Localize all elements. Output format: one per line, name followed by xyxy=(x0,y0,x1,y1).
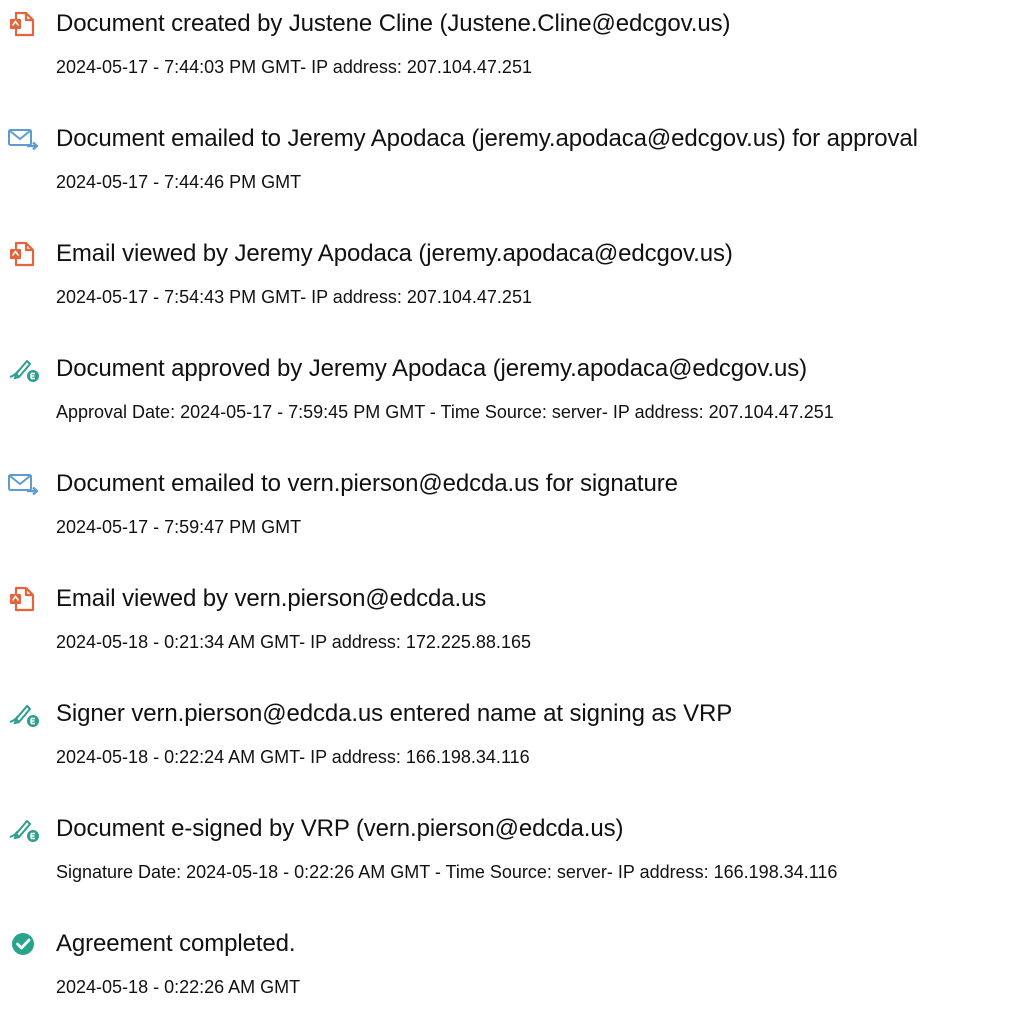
event-detail: 2024-05-17 - 7:44:46 PM GMT xyxy=(56,172,302,192)
event-detail: 2024-05-18 - 0:21:34 AM GMT- IP address:… xyxy=(56,632,531,652)
audit-event: Signer vern.pierson@edcda.us entered nam… xyxy=(0,690,1028,790)
event-title: Document approved by Jeremy Apodaca (jer… xyxy=(56,355,808,382)
event-detail: 2024-05-17 - 7:44:03 PM GMT- IP address:… xyxy=(56,57,532,77)
email-icon xyxy=(7,469,41,499)
audit-event: Email viewed by Jeremy Apodaca (jeremy.a… xyxy=(0,230,1028,330)
audit-event: Email viewed by vern.pierson@edcda.us 20… xyxy=(0,575,1028,675)
audit-event: Document emailed to Jeremy Apodaca (jere… xyxy=(0,115,1028,215)
event-title: Document created by Justene Cline (Juste… xyxy=(56,10,731,37)
event-detail: 2024-05-17 - 7:54:43 PM GMT- IP address:… xyxy=(56,287,532,307)
audit-event: Document emailed to vern.pierson@edcda.u… xyxy=(0,460,1028,560)
event-title: Document emailed to Jeremy Apodaca (jere… xyxy=(56,125,918,152)
esign-icon xyxy=(7,699,41,729)
esign-icon xyxy=(7,354,41,384)
event-detail: Approval Date: 2024-05-17 - 7:59:45 PM G… xyxy=(56,402,834,422)
event-title: Signer vern.pierson@edcda.us entered nam… xyxy=(56,700,733,727)
event-detail: Signature Date: 2024-05-18 - 0:22:26 AM … xyxy=(56,862,838,882)
document-icon xyxy=(7,239,41,269)
event-title: Email viewed by Jeremy Apodaca (jeremy.a… xyxy=(56,240,733,267)
event-detail: 2024-05-18 - 0:22:26 AM GMT xyxy=(56,977,301,997)
audit-event: Document created by Justene Cline (Juste… xyxy=(0,0,1028,100)
event-title: Agreement completed. xyxy=(56,930,296,957)
audit-event: Agreement completed. 2024-05-18 - 0:22:2… xyxy=(0,920,1028,1020)
event-detail: 2024-05-18 - 0:22:24 AM GMT- IP address:… xyxy=(56,747,530,767)
document-icon xyxy=(7,9,41,39)
event-detail: 2024-05-17 - 7:59:47 PM GMT xyxy=(56,517,302,537)
document-icon xyxy=(7,584,41,614)
event-title: Email viewed by vern.pierson@edcda.us xyxy=(56,585,487,612)
event-title: Document e-signed by VRP (vern.pierson@e… xyxy=(56,815,624,842)
esign-icon xyxy=(7,814,41,844)
audit-event: Document approved by Jeremy Apodaca (jer… xyxy=(0,345,1028,445)
audit-event: Document e-signed by VRP (vern.pierson@e… xyxy=(0,805,1028,905)
check-icon xyxy=(7,929,41,959)
email-icon xyxy=(7,124,41,154)
event-title: Document emailed to vern.pierson@edcda.u… xyxy=(56,470,678,497)
